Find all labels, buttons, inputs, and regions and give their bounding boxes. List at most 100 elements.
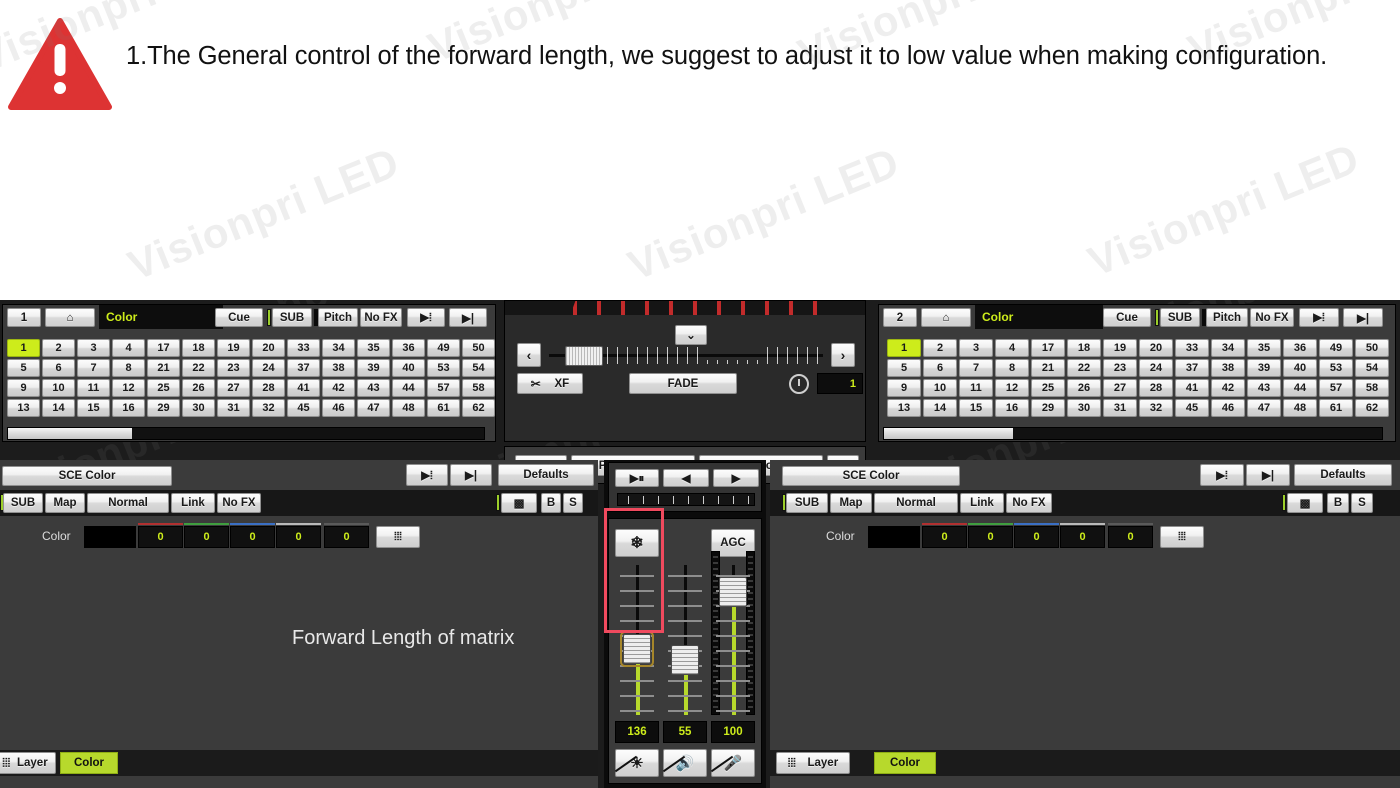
playback-cell-29[interactable]: 29	[147, 399, 180, 417]
playback-cell-15[interactable]: 15	[959, 399, 993, 417]
playback-cell-5[interactable]: 5	[7, 359, 40, 377]
color-value-5[interactable]: 0	[1108, 526, 1153, 548]
playback-cell-45[interactable]: 45	[1175, 399, 1209, 417]
playback-cell-57[interactable]: 57	[427, 379, 460, 397]
playback-cell-18[interactable]: 18	[1067, 339, 1101, 357]
color-value-4[interactable]: 0	[1060, 526, 1105, 548]
playback-cell-1[interactable]: 1	[7, 339, 40, 357]
playback-cell-35[interactable]: 35	[357, 339, 390, 357]
tab-layer-right[interactable]: ⦙⦙⦙ Layer	[776, 752, 850, 774]
playback-right-index[interactable]: 2	[883, 308, 917, 327]
tab-color-right[interactable]: Color	[874, 752, 936, 774]
playback-cell-17[interactable]: 17	[1031, 339, 1065, 357]
playback-cell-35[interactable]: 35	[1247, 339, 1281, 357]
playback-cell-23[interactable]: 23	[1103, 359, 1137, 377]
playback-cell-15[interactable]: 15	[77, 399, 110, 417]
faders-icon[interactable]: ⦙⦙⦙	[1160, 526, 1204, 548]
playback-cell-34[interactable]: 34	[322, 339, 355, 357]
skip-to-list-icon[interactable]: ▶⦙	[1299, 308, 1339, 327]
checker-icon[interactable]: ▩	[1287, 493, 1323, 513]
map-button[interactable]: Map	[45, 493, 85, 513]
playback-cell-39[interactable]: 39	[357, 359, 390, 377]
checker-icon[interactable]: ▩	[501, 493, 537, 513]
playback-cell-2[interactable]: 2	[42, 339, 75, 357]
skip-to-list-icon[interactable]: ▶⦙	[406, 464, 448, 486]
no-fx-button[interactable]: No FX	[360, 308, 402, 327]
fader-handle[interactable]	[671, 644, 699, 675]
tab-color-left[interactable]: Color	[60, 752, 118, 774]
color-swatch[interactable]	[84, 526, 136, 548]
crossfade-next-button[interactable]: ›	[831, 343, 855, 367]
pitch-button[interactable]: Pitch	[1206, 308, 1248, 327]
play-pause-icon[interactable]: ▶⏸	[615, 469, 659, 487]
fader-value-grand-master[interactable]: 136	[615, 721, 659, 743]
playback-cell-45[interactable]: 45	[287, 399, 320, 417]
step-indicator-bar[interactable]	[617, 493, 755, 506]
playback-cell-32[interactable]: 32	[252, 399, 285, 417]
playback-cell-42[interactable]: 42	[1211, 379, 1245, 397]
snowflake-icon[interactable]: ❄	[615, 529, 659, 557]
playback-cell-61[interactable]: 61	[427, 399, 460, 417]
playback-cell-20[interactable]: 20	[252, 339, 285, 357]
playback-cell-3[interactable]: 3	[959, 339, 993, 357]
color-value-3[interactable]: 0	[230, 526, 275, 548]
playback-cell-49[interactable]: 49	[427, 339, 460, 357]
playback-cell-21[interactable]: 21	[1031, 359, 1065, 377]
playback-cell-31[interactable]: 31	[1103, 399, 1137, 417]
skip-forward-icon[interactable]: ▶|	[1343, 308, 1383, 327]
slider-handle[interactable]	[565, 346, 604, 366]
playback-cell-40[interactable]: 40	[392, 359, 425, 377]
playback-cell-44[interactable]: 44	[392, 379, 425, 397]
playback-cell-47[interactable]: 47	[1247, 399, 1281, 417]
playback-cell-58[interactable]: 58	[1355, 379, 1389, 397]
playback-cell-30[interactable]: 30	[182, 399, 215, 417]
playback-cell-24[interactable]: 24	[1139, 359, 1173, 377]
fader-track[interactable]	[711, 565, 755, 715]
map-button[interactable]: Map	[830, 493, 872, 513]
playback-cell-21[interactable]: 21	[147, 359, 180, 377]
playback-cell-44[interactable]: 44	[1283, 379, 1317, 397]
pitch-button[interactable]: Pitch	[318, 308, 358, 327]
playback-cell-57[interactable]: 57	[1319, 379, 1353, 397]
playback-cell-11[interactable]: 11	[77, 379, 110, 397]
sce-right-title[interactable]: SCE Color	[782, 466, 960, 486]
playback-cell-62[interactable]: 62	[1355, 399, 1389, 417]
playback-cell-46[interactable]: 46	[322, 399, 355, 417]
home-icon[interactable]: ⌂	[45, 308, 95, 327]
fade-time-field[interactable]: 1	[817, 373, 863, 394]
fader-track[interactable]	[663, 565, 707, 715]
playback-cell-20[interactable]: 20	[1139, 339, 1173, 357]
mute-mic-icon[interactable]: 🎤	[711, 749, 755, 777]
playback-cell-8[interactable]: 8	[995, 359, 1029, 377]
playback-cell-50[interactable]: 50	[1355, 339, 1389, 357]
color-value-2[interactable]: 0	[184, 526, 229, 548]
skip-forward-icon[interactable]: ▶|	[450, 464, 492, 486]
playback-cell-6[interactable]: 6	[923, 359, 957, 377]
playback-cell-13[interactable]: 13	[887, 399, 921, 417]
playback-cell-6[interactable]: 6	[42, 359, 75, 377]
playback-cell-25[interactable]: 25	[1031, 379, 1065, 397]
playback-cell-2[interactable]: 2	[923, 339, 957, 357]
color-swatch[interactable]	[868, 526, 920, 548]
playback-cell-43[interactable]: 43	[357, 379, 390, 397]
sub-button[interactable]: SUB	[272, 308, 312, 327]
playback-cell-19[interactable]: 19	[217, 339, 250, 357]
playback-cell-26[interactable]: 26	[1067, 379, 1101, 397]
playback-cell-19[interactable]: 19	[1103, 339, 1137, 357]
playback-cell-39[interactable]: 39	[1247, 359, 1281, 377]
playback-left-scrollbar[interactable]	[7, 427, 485, 440]
playback-cell-62[interactable]: 62	[462, 399, 495, 417]
playback-cell-41[interactable]: 41	[287, 379, 320, 397]
color-value-1[interactable]: 0	[922, 526, 967, 548]
playback-cell-34[interactable]: 34	[1211, 339, 1245, 357]
playback-cell-33[interactable]: 33	[287, 339, 320, 357]
playback-cell-29[interactable]: 29	[1031, 399, 1065, 417]
defaults-button[interactable]: Defaults	[498, 464, 594, 486]
normal-button[interactable]: Normal	[874, 493, 958, 513]
playback-cell-16[interactable]: 16	[995, 399, 1029, 417]
playback-cell-49[interactable]: 49	[1319, 339, 1353, 357]
no-fx-button[interactable]: No FX	[217, 493, 261, 513]
fade-button[interactable]: FADE	[629, 373, 737, 394]
playback-cell-43[interactable]: 43	[1247, 379, 1281, 397]
playback-cell-10[interactable]: 10	[42, 379, 75, 397]
